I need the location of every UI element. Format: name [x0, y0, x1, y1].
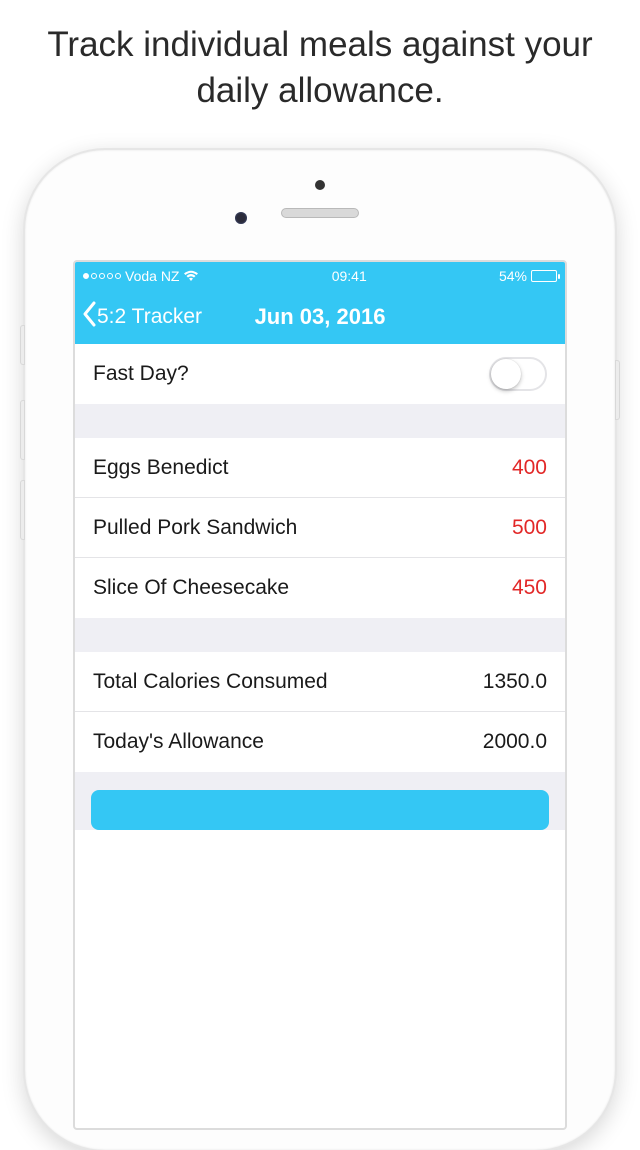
phone-volume-up	[20, 400, 25, 460]
meal-calories: 400	[512, 456, 547, 480]
signal-dots-icon	[83, 273, 121, 279]
meal-row[interactable]: Eggs Benedict 400	[75, 438, 565, 498]
phone-speaker	[281, 208, 359, 218]
phone-sensor	[315, 180, 325, 190]
summary-row: Today's Allowance 2000.0	[75, 712, 565, 772]
add-meal-button[interactable]	[91, 790, 549, 830]
section-gap	[75, 618, 565, 652]
phone-power-button	[615, 360, 620, 420]
fast-day-toggle[interactable]	[489, 357, 547, 391]
nav-bar: 5:2 Tracker Jun 03, 2016	[75, 290, 565, 344]
clock: 09:41	[332, 268, 367, 284]
marketing-headline: Track individual meals against your dail…	[0, 0, 640, 113]
chevron-left-icon	[81, 301, 97, 333]
wifi-icon	[183, 270, 199, 282]
carrier-label: Voda NZ	[125, 268, 179, 284]
fast-day-row: Fast Day?	[75, 344, 565, 404]
phone-mute-switch	[20, 325, 25, 365]
phone-frame: Voda NZ 09:41 54% 5:2 Tracker	[25, 150, 615, 1150]
status-bar: Voda NZ 09:41 54%	[75, 262, 565, 290]
phone-screen: Voda NZ 09:41 54% 5:2 Tracker	[73, 260, 567, 1130]
meal-calories: 450	[512, 576, 547, 600]
content-area: Fast Day? Eggs Benedict 400 Pulled Pork …	[75, 344, 565, 830]
meal-row[interactable]: Pulled Pork Sandwich 500	[75, 498, 565, 558]
page-title: Jun 03, 2016	[255, 304, 386, 330]
fast-day-label: Fast Day?	[93, 362, 189, 386]
battery-icon	[531, 270, 557, 282]
battery-percent: 54%	[499, 268, 527, 284]
summary-label: Total Calories Consumed	[93, 670, 328, 694]
toggle-knob	[491, 359, 521, 389]
summary-value: 2000.0	[483, 730, 547, 754]
meal-name: Pulled Pork Sandwich	[93, 516, 297, 540]
back-button[interactable]: 5:2 Tracker	[75, 301, 202, 333]
meal-calories: 500	[512, 516, 547, 540]
summary-value: 1350.0	[483, 670, 547, 694]
summary-row: Total Calories Consumed 1350.0	[75, 652, 565, 712]
summary-label: Today's Allowance	[93, 730, 264, 754]
meal-row[interactable]: Slice Of Cheesecake 450	[75, 558, 565, 618]
section-gap	[75, 404, 565, 438]
back-label: 5:2 Tracker	[97, 305, 202, 329]
meals-list: Eggs Benedict 400 Pulled Pork Sandwich 5…	[75, 438, 565, 618]
meal-name: Eggs Benedict	[93, 456, 228, 480]
meal-name: Slice Of Cheesecake	[93, 576, 289, 600]
summary-list: Total Calories Consumed 1350.0 Today's A…	[75, 652, 565, 772]
phone-volume-down	[20, 480, 25, 540]
phone-camera	[235, 212, 247, 224]
